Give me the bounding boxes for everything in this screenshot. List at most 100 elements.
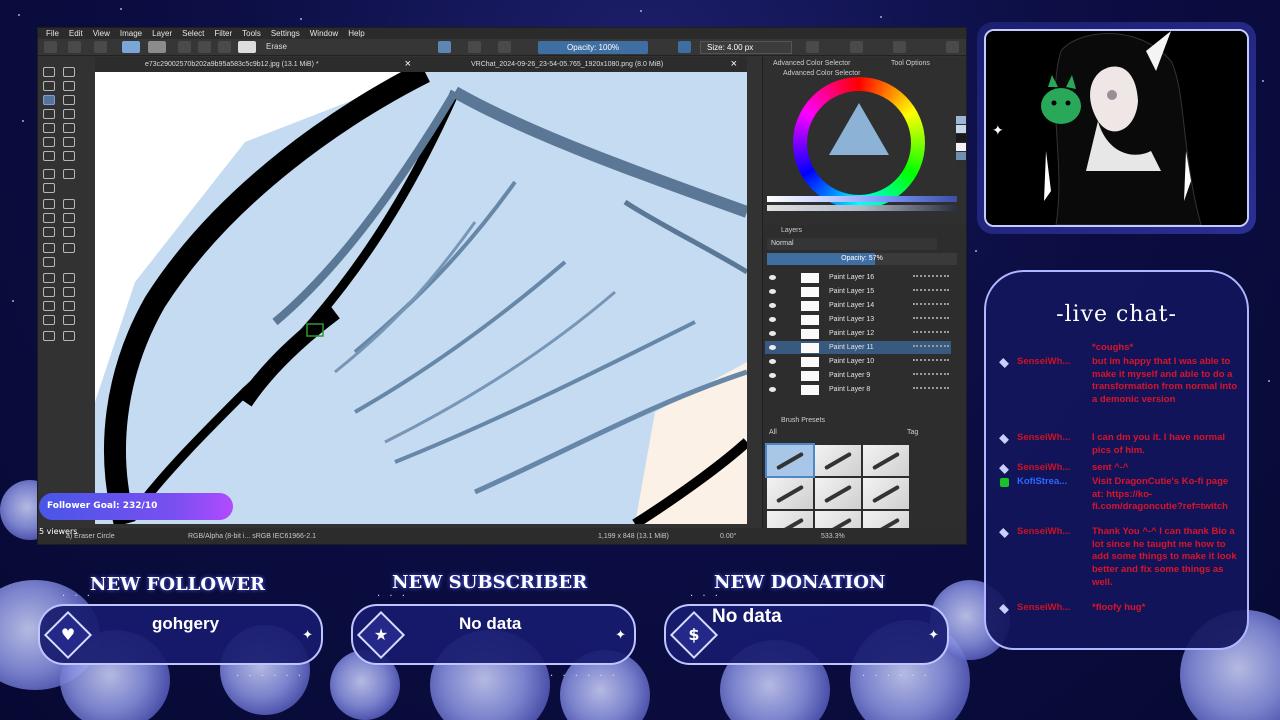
- text-tool-icon[interactable]: [63, 67, 75, 77]
- chat-username[interactable]: KofiStrea...: [1017, 476, 1089, 489]
- polygon-tool-icon[interactable]: [43, 123, 55, 133]
- calligraphy-icon[interactable]: [63, 81, 75, 91]
- layer-properties-icons[interactable]: [913, 317, 949, 322]
- preserve-alpha-icon[interactable]: [468, 41, 481, 53]
- menu-edit[interactable]: Edit: [69, 29, 83, 38]
- dynamic-brush-icon[interactable]: [43, 151, 55, 161]
- reference-tool-icon[interactable]: [43, 257, 55, 267]
- move-tool-icon[interactable]: [63, 169, 75, 179]
- layer-opacity-slider[interactable]: Opacity: 57%: [767, 253, 957, 265]
- menu-settings[interactable]: Settings: [271, 29, 300, 38]
- similar-select-icon[interactable]: [63, 301, 75, 311]
- close-tab-icon[interactable]: ×: [405, 57, 411, 72]
- layer-row[interactable]: Paint Layer 8: [765, 383, 951, 396]
- layer-row[interactable]: Paint Layer 12: [765, 327, 951, 340]
- menu-view[interactable]: View: [93, 29, 110, 38]
- chat-username[interactable]: SenseiWh...: [1017, 602, 1089, 615]
- visibility-eye-icon[interactable]: [769, 303, 776, 308]
- blend-mode-dropdown[interactable]: Normal: [767, 238, 937, 250]
- visibility-eye-icon[interactable]: [769, 331, 776, 336]
- freehand-select-icon[interactable]: [63, 287, 75, 297]
- open-document-icon[interactable]: [68, 41, 81, 53]
- color-triangle[interactable]: [829, 103, 889, 155]
- visibility-eye-icon[interactable]: [769, 373, 776, 378]
- freehand-path-icon[interactable]: [63, 137, 75, 147]
- drawing-canvas[interactable]: [95, 72, 747, 524]
- preset-filter-dropdown[interactable]: All: [769, 429, 777, 436]
- brush-preset[interactable]: [863, 445, 909, 476]
- bezier-select-icon[interactable]: [43, 315, 55, 325]
- menu-image[interactable]: Image: [120, 29, 142, 38]
- color-swap-icon[interactable]: [178, 41, 191, 53]
- brush-preset[interactable]: [765, 443, 815, 478]
- tab-advanced-color-selector[interactable]: Advanced Color Selector: [773, 60, 850, 67]
- layer-row[interactable]: Paint Layer 16: [765, 271, 951, 284]
- transform-tool-icon[interactable]: [43, 169, 55, 179]
- brush-preset[interactable]: [767, 478, 813, 509]
- contiguous-select-icon[interactable]: [43, 301, 55, 311]
- layer-row[interactable]: Paint Layer 14: [765, 299, 951, 312]
- layer-properties-icons[interactable]: [913, 373, 949, 378]
- brush-preset-icon[interactable]: [238, 41, 256, 53]
- menu-filter[interactable]: Filter: [214, 29, 232, 38]
- swatch[interactable]: [956, 161, 966, 169]
- swatch[interactable]: [956, 152, 966, 160]
- new-document-icon[interactable]: [44, 41, 57, 53]
- rectangle-tool-icon[interactable]: [43, 109, 55, 119]
- gradient-tool-icon[interactable]: [43, 199, 55, 209]
- swatch[interactable]: [956, 125, 966, 133]
- pan-tool-icon[interactable]: [63, 331, 75, 341]
- chat-username[interactable]: SenseiWh...: [1017, 526, 1089, 539]
- layer-row[interactable]: Paint Layer 10: [765, 355, 951, 368]
- mirror-horizontal-icon[interactable]: [806, 41, 819, 53]
- preset-tag-dropdown[interactable]: Tag: [907, 429, 918, 436]
- menu-help[interactable]: Help: [348, 29, 364, 38]
- layer-properties-icons[interactable]: [913, 345, 949, 350]
- multibrush-icon[interactable]: [63, 151, 75, 161]
- freehand-brush-icon[interactable]: [43, 95, 55, 105]
- rect-select-icon[interactable]: [43, 273, 55, 283]
- layer-properties-icons[interactable]: [913, 331, 949, 336]
- visibility-eye-icon[interactable]: [769, 317, 776, 322]
- fill-tool-icon[interactable]: [43, 227, 55, 237]
- eraser-mode-icon[interactable]: [438, 41, 451, 53]
- color-picker-icon[interactable]: [63, 199, 75, 209]
- colorize-mask-icon[interactable]: [43, 213, 55, 223]
- chat-username[interactable]: SenseiWh...: [1017, 462, 1089, 475]
- zoom-tool-icon[interactable]: [43, 331, 55, 341]
- visibility-eye-icon[interactable]: [769, 345, 776, 350]
- visibility-eye-icon[interactable]: [769, 359, 776, 364]
- line-tool-icon[interactable]: [63, 95, 75, 105]
- menu-window[interactable]: Window: [310, 29, 338, 38]
- polyline-tool-icon[interactable]: [63, 123, 75, 133]
- layer-properties-icons[interactable]: [913, 359, 949, 364]
- tab-tool-options[interactable]: Tool Options: [891, 60, 930, 67]
- visibility-eye-icon[interactable]: [769, 387, 776, 392]
- swatch[interactable]: [956, 143, 966, 151]
- visibility-eye-icon[interactable]: [769, 289, 776, 294]
- reset-colors-icon[interactable]: [198, 41, 211, 53]
- smart-patch-icon[interactable]: [63, 213, 75, 223]
- save-icon[interactable]: [94, 41, 107, 53]
- select-shapes-icon[interactable]: [43, 67, 55, 77]
- menu-select[interactable]: Select: [182, 29, 204, 38]
- swatch[interactable]: [956, 134, 966, 142]
- ellipse-tool-icon[interactable]: [63, 109, 75, 119]
- layer-row[interactable]: Paint Layer 15: [765, 285, 951, 298]
- ellipse-select-icon[interactable]: [63, 273, 75, 283]
- tab-document-1[interactable]: e73c29002570b202a9b95a583c5c9b12.jpg (13…: [95, 57, 421, 72]
- brush-preset[interactable]: [815, 445, 861, 476]
- assistant-tool-icon[interactable]: [43, 243, 55, 253]
- visibility-eye-icon[interactable]: [769, 275, 776, 280]
- measure-tool-icon[interactable]: [63, 243, 75, 253]
- color-wheel[interactable]: [793, 77, 925, 209]
- value-slider[interactable]: [767, 205, 957, 211]
- pattern-icon[interactable]: [148, 41, 166, 53]
- reload-preset-icon[interactable]: [498, 41, 511, 53]
- color-slider[interactable]: [767, 196, 957, 202]
- wrap-around-icon[interactable]: [893, 41, 906, 53]
- status-zoom[interactable]: 533.3%: [821, 533, 845, 540]
- menu-layer[interactable]: Layer: [152, 29, 172, 38]
- layer-properties-icons[interactable]: [913, 387, 949, 392]
- layer-row[interactable]: Paint Layer 13: [765, 313, 951, 326]
